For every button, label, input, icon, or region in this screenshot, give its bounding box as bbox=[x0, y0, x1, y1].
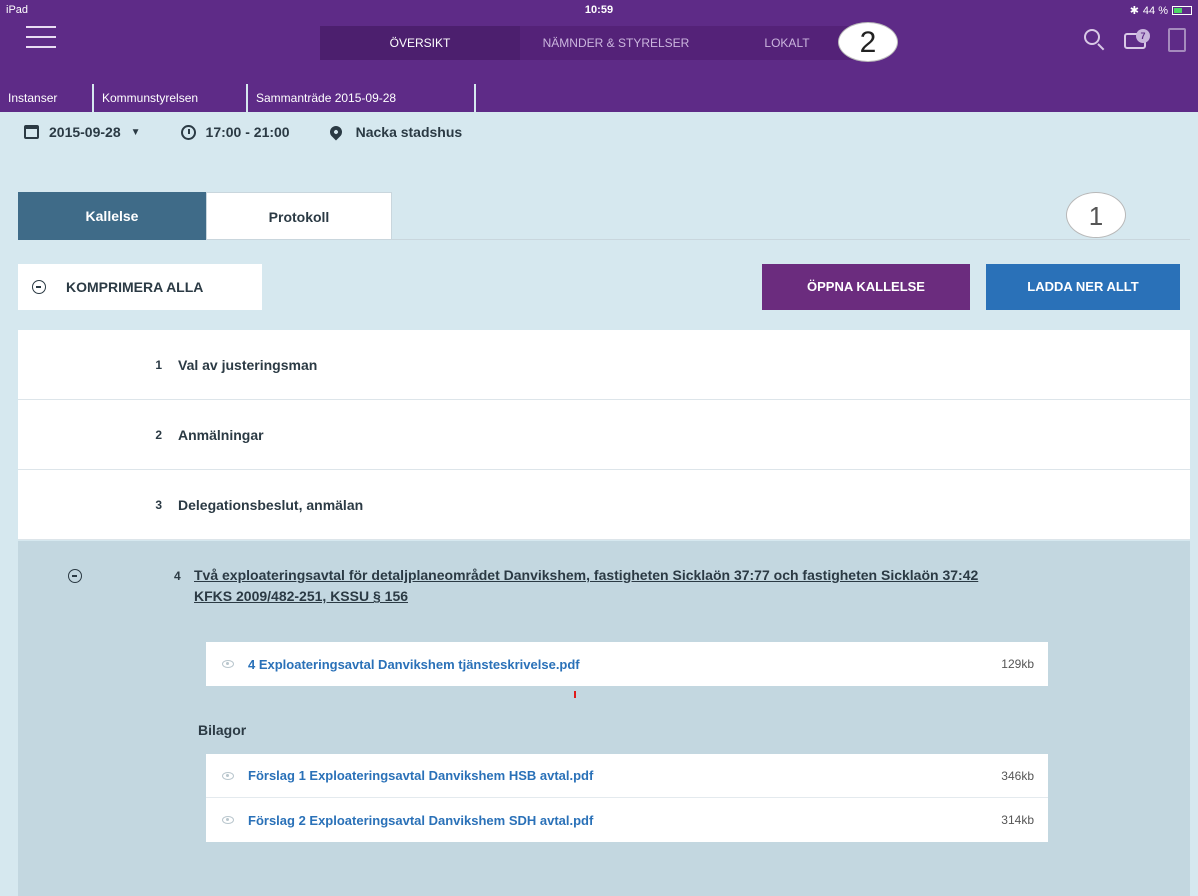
file-name: Förslag 2 Exploateringsavtal Danvikshem … bbox=[248, 812, 594, 828]
attachments-label: Bilagor bbox=[198, 722, 247, 738]
agenda-item-title: Val av justeringsman bbox=[178, 356, 318, 373]
meeting-date: 2015-09-28 bbox=[49, 124, 121, 140]
notification-count: 7 bbox=[1136, 29, 1150, 43]
meeting-location-value: Nacka stadshus bbox=[355, 124, 463, 140]
content-tabs: Kallelse Protokoll bbox=[18, 192, 392, 240]
agenda-item[interactable]: 2 Anmälningar bbox=[18, 400, 1190, 470]
clock-time: 10:59 bbox=[584, 4, 614, 16]
meeting-date-selector[interactable]: 2015-09-28 ▼ bbox=[24, 124, 141, 140]
battery-icon bbox=[1172, 6, 1192, 15]
eye-icon bbox=[222, 660, 234, 668]
caret-down-icon: ▼ bbox=[130, 126, 141, 138]
file-row[interactable]: 4 Exploateringsavtal Danvikshem tjänstes… bbox=[206, 642, 1048, 686]
location-pin-icon bbox=[327, 123, 345, 141]
top-bar: iPad 10:59 ✱ 44 % ÖVERSIKT NÄMNDER & STY… bbox=[0, 0, 1198, 76]
agenda-item-number: 3 bbox=[155, 497, 162, 512]
annotation-badge-1: 1 bbox=[1066, 192, 1126, 238]
agenda-item-title: Anmälningar bbox=[178, 426, 264, 443]
notifications-icon[interactable]: 7 bbox=[1124, 29, 1150, 51]
agenda-item[interactable]: 1 Val av justeringsman bbox=[18, 330, 1190, 400]
agenda-item-number: 1 bbox=[155, 357, 162, 372]
top-icons: 7 bbox=[1084, 28, 1186, 52]
battery-status: ✱ 44 % bbox=[1130, 4, 1192, 17]
breadcrumb-instanser[interactable]: Instanser bbox=[0, 84, 92, 112]
file-size: 314kb bbox=[1001, 813, 1034, 827]
collapse-item-icon[interactable] bbox=[68, 569, 82, 583]
collapse-all-button[interactable]: KOMPRIMERA ALLA bbox=[18, 264, 262, 310]
nav-tab-namnder-styrelser[interactable]: NÄMNDER & STYRELSER bbox=[520, 26, 712, 60]
file-row[interactable]: Förslag 1 Exploateringsavtal Danvikshem … bbox=[206, 754, 1048, 798]
meeting-time-value: 17:00 - 21:00 bbox=[205, 124, 290, 140]
bluetooth-icon: ✱ bbox=[1129, 5, 1139, 17]
download-all-button[interactable]: LADDA NER ALLT bbox=[986, 264, 1180, 310]
main-file-card: 4 Exploateringsavtal Danvikshem tjänstes… bbox=[206, 642, 1048, 686]
agenda-item-number: 4 bbox=[174, 569, 181, 583]
tab-kallelse[interactable]: Kallelse bbox=[18, 192, 206, 240]
document-icon[interactable] bbox=[1168, 28, 1186, 52]
status-bar: iPad 10:59 ✱ 44 % bbox=[0, 4, 1198, 18]
file-size: 346kb bbox=[1001, 768, 1034, 783]
search-icon[interactable] bbox=[1084, 29, 1106, 51]
breadcrumb-kommunstyrelsen[interactable]: Kommunstyrelsen bbox=[94, 84, 246, 112]
menu-icon[interactable] bbox=[26, 26, 56, 48]
agenda-item-title: Delegationsbeslut, anmälan bbox=[178, 496, 364, 513]
agenda-item-title-link[interactable]: Två exploateringsavtal för detaljplaneom… bbox=[194, 565, 994, 607]
agenda-item-number: 2 bbox=[155, 427, 162, 442]
file-name: 4 Exploateringsavtal Danvikshem tjänstes… bbox=[248, 656, 580, 672]
main-nav: ÖVERSIKT NÄMNDER & STYRELSER LOKALT bbox=[320, 26, 862, 60]
breadcrumb: Instanser Kommunstyrelsen Sammanträde 20… bbox=[0, 84, 476, 112]
meeting-time: 17:00 - 21:00 bbox=[180, 124, 290, 140]
file-name: Förslag 1 Exploateringsavtal Danvikshem … bbox=[248, 768, 594, 783]
attachments-card: Förslag 1 Exploateringsavtal Danvikshem … bbox=[206, 754, 1048, 842]
meeting-meta: 2015-09-28 ▼ 17:00 - 21:00 Nacka stadshu… bbox=[24, 123, 502, 141]
open-notice-button[interactable]: ÖPPNA KALLELSE bbox=[762, 264, 970, 310]
file-row[interactable]: Förslag 2 Exploateringsavtal Danvikshem … bbox=[206, 798, 1048, 842]
agenda-item[interactable]: 3 Delegationsbeslut, anmälan bbox=[18, 470, 1190, 540]
agenda-item-expanded: 4 Två exploateringsavtal för detaljplane… bbox=[18, 541, 1190, 896]
annotation-badge-2: 2 bbox=[838, 22, 898, 62]
collapse-all-label: KOMPRIMERA ALLA bbox=[66, 279, 204, 295]
battery-percent: 44 % bbox=[1142, 4, 1168, 17]
red-cursor-mark bbox=[574, 691, 576, 698]
nav-tab-oversikt[interactable]: ÖVERSIKT bbox=[320, 26, 520, 60]
clock-icon bbox=[180, 124, 196, 140]
eye-icon bbox=[222, 816, 234, 824]
meeting-location: Nacka stadshus bbox=[327, 123, 463, 141]
calendar-icon bbox=[24, 125, 39, 139]
minus-circle-icon bbox=[32, 280, 46, 294]
tab-protokoll[interactable]: Protokoll bbox=[206, 192, 392, 240]
breadcrumb-sammantrade[interactable]: Sammanträde 2015-09-28 bbox=[248, 84, 474, 112]
agenda-list: 1 Val av justeringsman 2 Anmälningar 3 D… bbox=[18, 330, 1190, 540]
eye-icon bbox=[222, 771, 234, 780]
file-size: 129kb bbox=[1001, 657, 1034, 671]
